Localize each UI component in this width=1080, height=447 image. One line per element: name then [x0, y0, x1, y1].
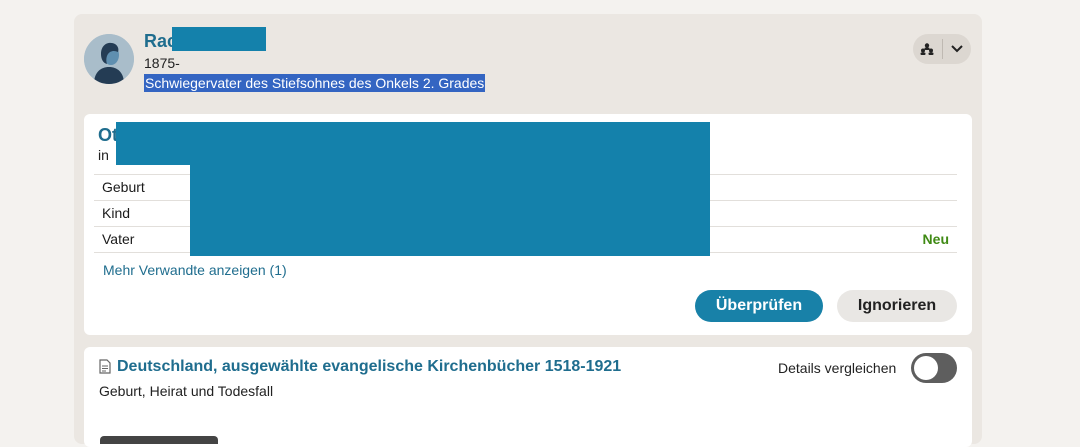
row-label: Vater: [102, 231, 135, 247]
redaction-block: [116, 122, 196, 165]
show-more-relatives-link[interactable]: Mehr Verwandte anzeigen (1): [103, 262, 287, 278]
person-avatar: [84, 34, 134, 84]
match-card: Ot in Geburt Kind Vater Neu Mehr Verwand…: [84, 114, 972, 335]
family-tree-icon[interactable]: [913, 34, 942, 64]
row-label: Geburt: [102, 179, 145, 195]
record-title-link[interactable]: Deutschland, ausgewählte evangelische Ki…: [117, 358, 621, 376]
relationship-text: Schwiegervater des Stiefsohnes des Onkel…: [144, 74, 486, 92]
review-button[interactable]: Überprüfen: [695, 290, 823, 322]
record-card: Deutschland, ausgewählte evangelische Ki…: [84, 347, 972, 447]
toggle-knob: [914, 356, 938, 380]
ignore-button[interactable]: Ignorieren: [837, 290, 957, 322]
document-icon: [99, 359, 111, 379]
record-image-thumbnail[interactable]: [100, 436, 218, 444]
row-label: Kind: [102, 205, 131, 221]
match-place: in: [98, 147, 109, 163]
compare-details-toggle[interactable]: [911, 353, 957, 383]
compare-details-label: Details vergleichen: [778, 360, 897, 376]
person-silhouette-icon: [84, 34, 134, 84]
hint-panel: Rac 1875- Schwiegervater des Stiefsohnes…: [74, 14, 982, 447]
redaction-block: [172, 27, 266, 51]
tree-menu-toggle[interactable]: [913, 34, 971, 64]
person-years: 1875-: [144, 55, 180, 71]
new-badge: Neu: [922, 231, 949, 247]
match-person-name[interactable]: Ot: [98, 125, 118, 146]
redaction-block: [190, 122, 710, 256]
chevron-down-icon[interactable]: [943, 34, 972, 64]
record-events: Geburt, Heirat und Todesfall: [99, 383, 274, 399]
